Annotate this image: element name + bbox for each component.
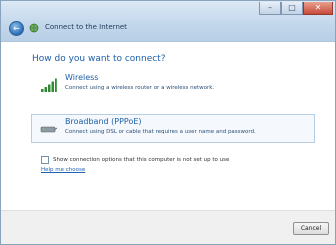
option-wireless[interactable]: Wireless Connect using a wireless router… bbox=[31, 70, 315, 99]
title-bar: – □ ✕ ← Connect to the Internet bbox=[1, 1, 335, 42]
dialog-footer: Cancel bbox=[1, 210, 335, 244]
minimize-button[interactable]: – bbox=[259, 2, 281, 15]
close-button[interactable]: ✕ bbox=[303, 2, 333, 15]
checkbox-label: Show connection options that this comput… bbox=[53, 157, 230, 163]
maximize-button[interactable]: □ bbox=[281, 2, 303, 15]
show-unconfigured-options-checkbox-row[interactable]: Show connection options that this comput… bbox=[41, 156, 229, 164]
help-me-choose-link[interactable]: Help me choose bbox=[41, 167, 85, 173]
option-broadband-pppoe[interactable]: Broadband (PPPoE) Connect using DSL or c… bbox=[31, 114, 315, 143]
option-description: Connect using a wireless router or a wir… bbox=[65, 85, 215, 91]
option-description: Connect using DSL or cable that requires… bbox=[65, 129, 256, 135]
connect-dialog-window: – □ ✕ ← Connect to the Internet How do y… bbox=[0, 0, 336, 245]
network-globe-icon bbox=[29, 23, 39, 33]
page-heading: How do you want to connect? bbox=[32, 54, 166, 64]
option-title: Broadband (PPPoE) bbox=[65, 117, 142, 126]
option-title: Wireless bbox=[65, 73, 99, 82]
cancel-button[interactable]: Cancel bbox=[293, 222, 329, 235]
show-unconfigured-options-checkbox[interactable] bbox=[41, 156, 49, 164]
wireless-signal-icon bbox=[41, 78, 57, 92]
window-title: Connect to the Internet bbox=[45, 23, 127, 31]
back-arrow-icon[interactable]: ← bbox=[9, 21, 24, 36]
broadband-modem-icon bbox=[40, 126, 57, 133]
caption-buttons: – □ ✕ bbox=[259, 2, 333, 16]
